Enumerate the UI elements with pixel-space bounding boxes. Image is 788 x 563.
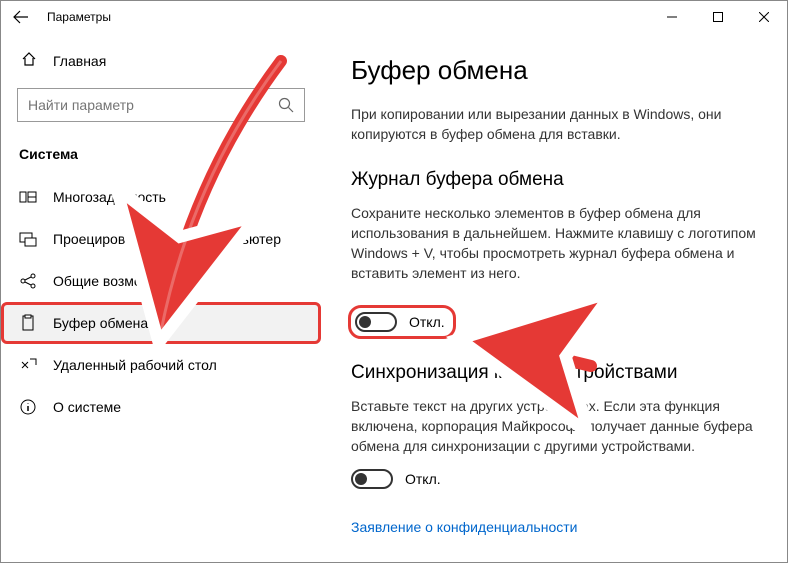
home-label: Главная: [53, 53, 106, 69]
history-toggle[interactable]: [355, 312, 397, 332]
home-icon: [21, 51, 37, 70]
sidebar-item-projecting[interactable]: Проецирование на этот компьютер: [1, 218, 321, 260]
titlebar: Параметры: [1, 1, 787, 33]
sidebar-item-remote-desktop[interactable]: Удаленный рабочий стол: [1, 344, 321, 386]
history-toggle-row: Откл.: [351, 308, 453, 336]
sidebar-item-multitasking[interactable]: Многозадачность: [1, 176, 321, 218]
close-button[interactable]: [741, 1, 787, 33]
section-label: Система: [1, 138, 321, 176]
nav: Многозадачность Проецирование на этот ко…: [1, 176, 321, 428]
back-button[interactable]: [13, 9, 29, 25]
titlebar-left: Параметры: [13, 9, 111, 25]
sync-toggle-row: Откл.: [351, 469, 757, 489]
maximize-icon: [713, 12, 723, 22]
settings-window: Параметры Главная: [0, 0, 788, 563]
home-link[interactable]: Главная: [1, 41, 321, 80]
sidebar: Главная Система Многозадачность Проециро…: [1, 33, 321, 562]
window-body: Главная Система Многозадачность Проециро…: [1, 33, 787, 562]
sidebar-item-label: Удаленный рабочий стол: [53, 357, 217, 373]
projecting-icon: [19, 230, 37, 248]
minimize-button[interactable]: [649, 1, 695, 33]
sidebar-item-clipboard[interactable]: Буфер обмена: [1, 302, 321, 344]
search-field[interactable]: [28, 97, 268, 113]
sync-desc: Вставьте текст на других устройствах. Ес…: [351, 396, 757, 457]
minimize-icon: [667, 12, 677, 22]
window-title: Параметры: [47, 10, 111, 24]
sidebar-item-label: Проецирование на этот компьютер: [53, 231, 281, 247]
sidebar-item-label: О системе: [53, 399, 121, 415]
sidebar-item-label: Общие возможности: [53, 273, 188, 289]
maximize-button[interactable]: [695, 1, 741, 33]
info-icon: [19, 398, 37, 416]
sidebar-item-label: Буфер обмена: [53, 315, 148, 331]
sidebar-item-about[interactable]: О системе: [1, 386, 321, 428]
privacy-link[interactable]: Заявление о конфиденциальности: [351, 519, 577, 535]
intro-text: При копировании или вырезании данных в W…: [351, 104, 757, 145]
search-icon: [278, 97, 294, 113]
content: Буфер обмена При копировании или вырезан…: [321, 33, 787, 562]
sync-toggle[interactable]: [351, 469, 393, 489]
shared-icon: [19, 272, 37, 290]
history-heading: Журнал буфера обмена: [351, 169, 757, 191]
arrow-left-icon: [13, 9, 29, 25]
history-desc: Сохраните несколько элементов в буфер об…: [351, 203, 757, 284]
search-input[interactable]: [17, 88, 305, 122]
clipboard-icon: [19, 314, 37, 332]
close-icon: [759, 12, 769, 22]
multitasking-icon: [19, 188, 37, 206]
sidebar-item-shared[interactable]: Общие возможности: [1, 260, 321, 302]
sync-toggle-label: Откл.: [405, 471, 441, 487]
sync-heading: Синхронизация между устройствами: [351, 362, 757, 384]
window-controls: [649, 1, 787, 33]
toggle-knob: [359, 316, 371, 328]
toggle-knob: [355, 473, 367, 485]
history-toggle-label: Откл.: [409, 314, 445, 330]
page-title: Буфер обмена: [351, 55, 757, 86]
remote-icon: [19, 356, 37, 374]
sidebar-item-label: Многозадачность: [53, 189, 166, 205]
